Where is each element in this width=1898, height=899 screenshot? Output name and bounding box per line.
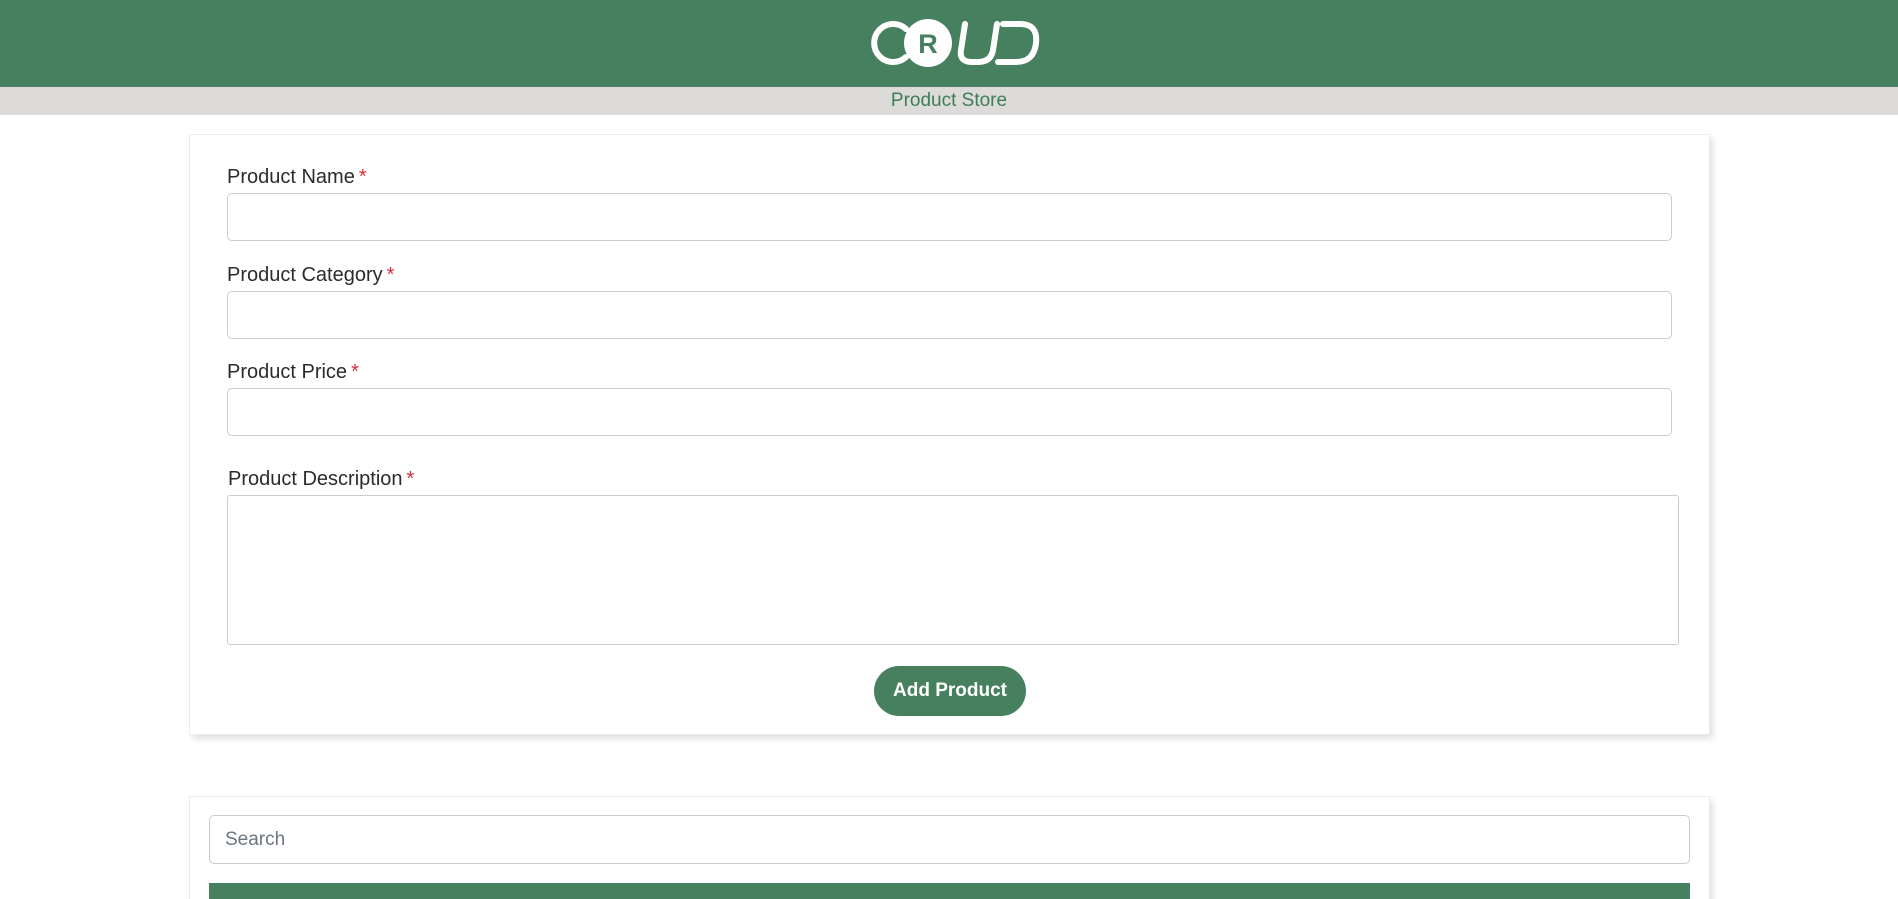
product-description-label-text: Product Description [228, 468, 403, 490]
product-description-label: Product Description * [228, 468, 414, 491]
svg-text:R: R [918, 29, 938, 59]
store-subtitle: Product Store [890, 90, 1008, 111]
product-price-label-text: Product Price [227, 361, 348, 383]
add-product-button[interactable]: Add Product [874, 666, 1026, 716]
product-category-label-text: Product Category [227, 264, 383, 286]
product-name-label: Product Name * [227, 166, 367, 189]
required-asterisk: * [351, 361, 359, 383]
search-placeholder: Search [225, 828, 286, 850]
app-header: R [0, 0, 1898, 87]
product-table-header [209, 883, 1690, 899]
store-subtitle-bar: Product Store [0, 87, 1898, 115]
product-price-label: Product Price * [227, 361, 359, 384]
required-asterisk: * [358, 166, 367, 188]
product-description-textarea[interactable] [227, 495, 1679, 645]
required-asterisk: * [406, 468, 415, 490]
product-price-input[interactable] [227, 388, 1672, 436]
required-asterisk: * [386, 264, 395, 286]
product-name-label-text: Product Name [227, 166, 355, 188]
product-category-label: Product Category * [227, 264, 394, 287]
product-category-input[interactable] [227, 291, 1672, 339]
product-name-input[interactable] [227, 193, 1672, 241]
crud-logo-icon[interactable]: R [862, 16, 1040, 70]
search-input[interactable]: Search [209, 815, 1690, 864]
